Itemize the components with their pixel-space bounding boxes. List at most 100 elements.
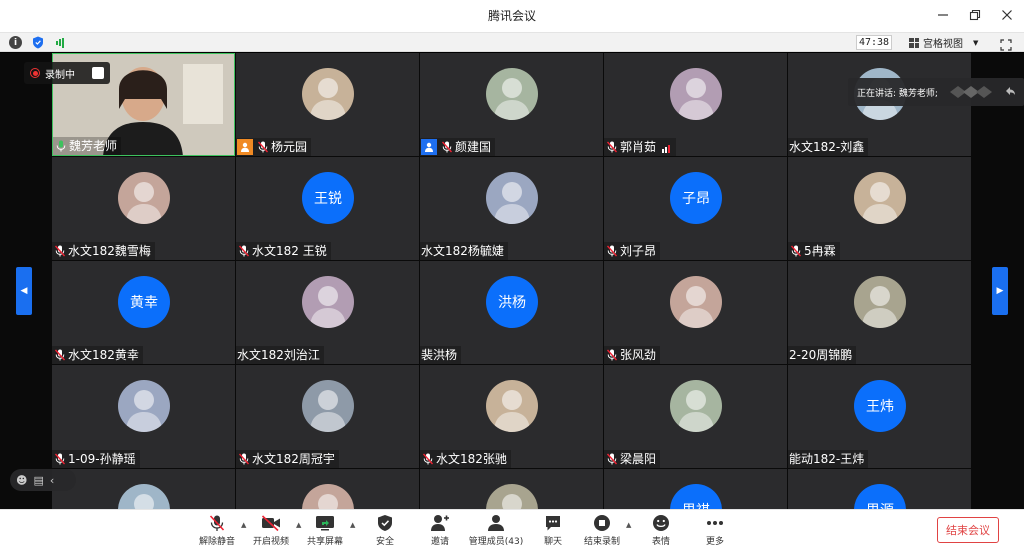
invite-button[interactable]: 邀请 bbox=[410, 513, 470, 548]
participant-nameplate: 水文182刘治江 bbox=[236, 346, 324, 364]
participant-nameplate: 刘子昂 bbox=[604, 242, 661, 260]
security-button[interactable]: 安全 bbox=[355, 513, 415, 548]
participant-name: 水文182魏雪梅 bbox=[68, 244, 151, 258]
participant-tile[interactable]: 水文182魏雪梅 bbox=[52, 157, 235, 260]
restore-icon[interactable] bbox=[968, 9, 982, 24]
participant-tile[interactable]: 5冉霖 bbox=[788, 157, 971, 260]
participant-nameplate: 水文182张驰 bbox=[420, 450, 511, 468]
reactions-button[interactable]: 表情 bbox=[631, 513, 691, 548]
avatar-initials: 王锐 bbox=[314, 191, 342, 207]
participant-tile[interactable]: 水文182周冠宇 bbox=[236, 365, 419, 468]
chat-label: 聊天 bbox=[543, 537, 562, 547]
participant-tile[interactable]: 水文182张驰 bbox=[420, 365, 603, 468]
mic-muted-icon bbox=[238, 452, 250, 466]
end-meeting-button[interactable]: 结束会议 bbox=[937, 517, 999, 543]
avatar-initials: 洪杨 bbox=[498, 295, 526, 311]
security-label: 安全 bbox=[375, 537, 394, 547]
participant-tile[interactable] bbox=[236, 469, 419, 509]
recording-label: 录制中 bbox=[45, 69, 75, 81]
participant-tile[interactable]: 黄幸 水文182黄幸 bbox=[52, 261, 235, 364]
participant-tile[interactable]: 水文182刘治江 bbox=[236, 261, 419, 364]
mic-muted-icon bbox=[238, 244, 250, 258]
participant-name: 水文182张驰 bbox=[436, 452, 507, 466]
grid-view-icon bbox=[909, 37, 919, 48]
stop-recording-button[interactable] bbox=[92, 67, 104, 79]
participant-nameplate: 颜建国 bbox=[420, 138, 496, 156]
participant-tile[interactable]: 子昂刘子昂 bbox=[604, 157, 787, 260]
participant-tile[interactable]: 洪杨 裴洪杨 bbox=[420, 261, 603, 364]
next-page-button[interactable]: ▶ bbox=[992, 267, 1008, 315]
avatar bbox=[118, 380, 170, 432]
participant-name: 水文182 王锐 bbox=[252, 244, 327, 258]
participant-nameplate: 5冉霖 bbox=[788, 242, 840, 260]
manage-members-label: 管理成员(43) bbox=[468, 537, 524, 547]
participant-nameplate: 魏芳老师 bbox=[53, 137, 122, 155]
collapse-arrow-icon[interactable] bbox=[1003, 85, 1017, 99]
avatar bbox=[854, 172, 906, 224]
participant-tile[interactable]: 思源 bbox=[788, 469, 971, 509]
avatar-initials: 思祺 bbox=[682, 500, 710, 509]
unmute-label: 解除静音 bbox=[198, 537, 235, 547]
participant-name: 梁晨阳 bbox=[620, 452, 657, 466]
participant-nameplate: 梁晨阳 bbox=[604, 450, 661, 468]
participant-nameplate: 1-09-孙静瑶 bbox=[52, 450, 140, 468]
manage-members-button[interactable]: 管理成员(43) bbox=[466, 513, 526, 548]
meeting-timer: 47:38 bbox=[856, 35, 892, 50]
shield-icon[interactable] bbox=[31, 36, 44, 49]
info-icon[interactable]: i bbox=[9, 36, 22, 49]
start-video-button[interactable]: 开启视频 bbox=[241, 513, 301, 548]
participant-tile[interactable]: 1-09-孙静瑶 bbox=[52, 365, 235, 468]
fullscreen-icon[interactable] bbox=[1000, 36, 1012, 51]
mic-muted-icon bbox=[606, 140, 618, 154]
minimize-icon[interactable] bbox=[936, 9, 950, 24]
participant-nameplate: 水文182 王锐 bbox=[236, 242, 331, 260]
avatar-initials: 思源 bbox=[866, 500, 894, 509]
recording-indicator: 录制中 bbox=[24, 62, 110, 84]
end-recording-button[interactable]: 结束录制 bbox=[572, 513, 632, 548]
more-button[interactable]: 更多 bbox=[685, 513, 745, 548]
participant-tile[interactable]: 颜建国 bbox=[420, 53, 603, 156]
chevron-left-icon: ◀ bbox=[20, 286, 28, 296]
initials-avatar: 子昂 bbox=[670, 172, 722, 224]
participant-tile[interactable]: 梁晨阳 bbox=[604, 365, 787, 468]
participant-tile[interactable]: 杨元园 bbox=[236, 53, 419, 156]
participant-name: 1-09-孙静瑶 bbox=[68, 452, 136, 466]
participant-tile[interactable]: 思祺 bbox=[604, 469, 787, 509]
share-screen-button[interactable]: 共享屏幕 bbox=[295, 513, 355, 548]
participant-name: 刘子昂 bbox=[620, 244, 657, 258]
participant-name: 5冉霖 bbox=[804, 244, 836, 258]
avatar-initials: 子昂 bbox=[682, 191, 710, 207]
shield-icon bbox=[375, 513, 395, 533]
view-mode-selector[interactable]: 宫格视图 ▼ bbox=[909, 35, 978, 50]
avatar bbox=[486, 380, 538, 432]
title-bar: 腾讯会议 bbox=[0, 0, 1024, 33]
participant-tile[interactable]: 2-20周锦鹏 bbox=[788, 261, 971, 364]
participant-tile[interactable] bbox=[52, 469, 235, 509]
participant-tile[interactable] bbox=[420, 469, 603, 509]
avatar bbox=[302, 484, 354, 509]
participant-tile[interactable]: 张风劲 bbox=[604, 261, 787, 364]
avatar bbox=[670, 380, 722, 432]
network-signal-icon[interactable] bbox=[53, 36, 66, 49]
initials-avatar: 思祺 bbox=[670, 484, 722, 509]
participant-tile[interactable]: 王锐水文182 王锐 bbox=[236, 157, 419, 260]
participant-nameplate: 张风劲 bbox=[604, 346, 661, 364]
participant-name: 水文182刘治江 bbox=[237, 348, 320, 362]
participant-name: 张风劲 bbox=[620, 348, 657, 362]
user-badge-icon bbox=[237, 139, 253, 155]
participant-tile[interactable]: 水文182杨毓婕 bbox=[420, 157, 603, 260]
participant-name: 郭肖茹 bbox=[620, 140, 657, 154]
emoji-icon[interactable]: ☻ bbox=[16, 474, 27, 487]
participant-tile[interactable]: 郭肖茹 bbox=[604, 53, 787, 156]
collapse-icon[interactable]: ‹ bbox=[50, 474, 54, 487]
chevron-right-icon: ▶ bbox=[996, 286, 1004, 296]
more-icon bbox=[705, 513, 725, 533]
unmute-button[interactable]: 解除静音 bbox=[187, 513, 247, 548]
previous-page-button[interactable]: ◀ bbox=[16, 267, 32, 315]
close-icon[interactable] bbox=[1000, 9, 1014, 24]
emoji-icon bbox=[651, 513, 671, 533]
participant-tile[interactable]: 王炜 能动182-王炜 bbox=[788, 365, 971, 468]
chat-bubble-icon[interactable]: ▤ bbox=[33, 474, 43, 487]
start-video-label: 开启视频 bbox=[252, 537, 289, 547]
participant-name: 水文182杨毓婕 bbox=[421, 244, 504, 258]
